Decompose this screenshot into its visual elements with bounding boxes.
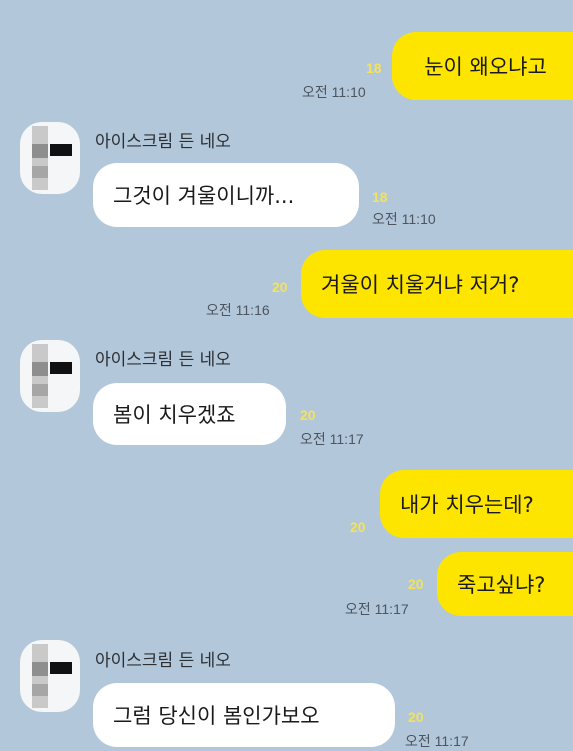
their-message-bubble[interactable]: 그것이 겨울이니까... <box>93 163 359 227</box>
avatar-pixel <box>50 662 72 674</box>
message-timestamp: 오전 11:16 <box>206 302 270 318</box>
read-count: 18 <box>372 189 388 205</box>
sender-name: 아이스크림 든 네오 <box>95 651 231 671</box>
message-text: 내가 치우는데? <box>400 493 534 517</box>
sender-name: 아이스크림 든 네오 <box>95 350 231 370</box>
chat-room[interactable]: 눈이 왜오냐고 18 오전 11:10 아이스크림 든 네오 그것이 겨울이니까… <box>0 0 573 751</box>
my-message-bubble[interactable]: 내가 치우는데? <box>380 470 573 538</box>
message-text: 죽고싶냐? <box>457 573 546 597</box>
message-timestamp: 오전 11:17 <box>300 431 364 447</box>
message-timestamp: 오전 11:17 <box>345 601 409 617</box>
read-count: 20 <box>272 279 288 295</box>
avatar-pixel <box>32 144 48 158</box>
message-text: 겨울이 치울거냐 저거? <box>321 273 520 297</box>
read-count: 20 <box>350 519 366 535</box>
read-count: 20 <box>408 576 424 592</box>
profile-avatar[interactable] <box>20 640 80 712</box>
read-count: 20 <box>300 407 316 423</box>
avatar-pixel <box>50 362 72 374</box>
avatar-pixel <box>32 384 48 396</box>
their-message-bubble[interactable]: 봄이 치우겠죠 <box>93 383 286 445</box>
avatar-pixel <box>32 344 48 408</box>
my-message-bubble[interactable]: 눈이 왜오냐고 <box>392 32 573 100</box>
read-count: 18 <box>366 60 382 76</box>
avatar-pixel <box>32 684 48 696</box>
my-message-bubble[interactable]: 겨울이 치울거냐 저거? <box>301 250 573 318</box>
message-timestamp: 오전 11:17 <box>405 733 469 749</box>
message-text: 눈이 왜오냐고 <box>424 55 547 79</box>
message-timestamp: 오전 11:10 <box>302 84 366 100</box>
their-message-bubble[interactable]: 그럼 당신이 봄인가보오 <box>93 683 395 747</box>
my-message-bubble[interactable]: 죽고싶냐? <box>437 552 573 616</box>
sender-name: 아이스크림 든 네오 <box>95 132 231 152</box>
avatar-pixel <box>32 644 48 708</box>
profile-avatar[interactable] <box>20 340 80 412</box>
avatar-pixel <box>32 362 48 376</box>
message-text: 봄이 치우겠죠 <box>113 403 236 427</box>
profile-avatar[interactable] <box>20 122 80 194</box>
avatar-pixel <box>32 662 48 676</box>
message-text: 그럼 당신이 봄인가보오 <box>113 704 320 728</box>
read-count: 20 <box>408 709 424 725</box>
avatar-pixel <box>32 126 48 190</box>
avatar-pixel <box>50 144 72 156</box>
avatar-pixel <box>32 166 48 178</box>
message-text: 그것이 겨울이니까... <box>113 184 295 208</box>
message-timestamp: 오전 11:10 <box>372 211 436 227</box>
